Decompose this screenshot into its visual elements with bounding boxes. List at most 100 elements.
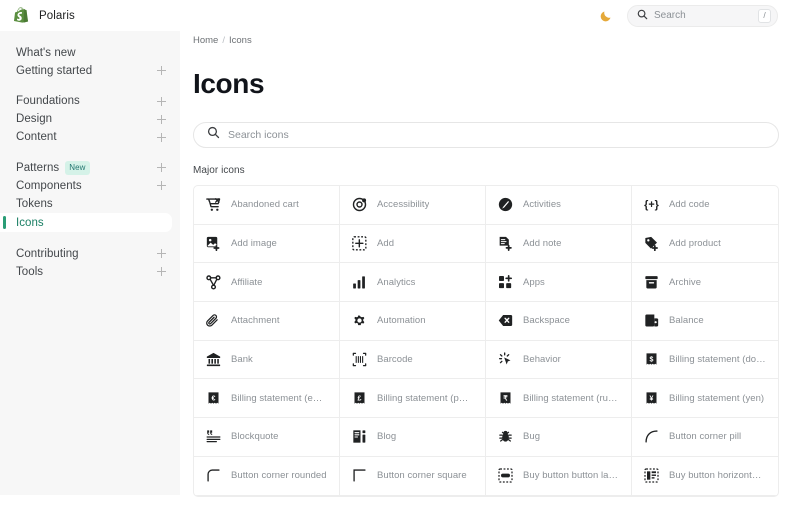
expand-plus-icon[interactable] <box>157 163 166 173</box>
icon-grid-cell[interactable]: $ Billing statement (dollar) <box>632 341 778 380</box>
sidebar-item-label: Contributing <box>16 247 79 260</box>
breadcrumb-home[interactable]: Home <box>193 35 218 46</box>
icon-grid-cell[interactable]: £ Billing statement (poun... <box>340 379 486 419</box>
sidebar-item-icons[interactable]: Icons <box>0 213 172 232</box>
icon-grid-cell[interactable]: Backspace <box>486 302 632 341</box>
icon-grid-cell[interactable]: Bug <box>486 418 632 457</box>
icon-grid-cell[interactable]: Add product <box>632 225 778 264</box>
icon-grid-cell-label: Bug <box>523 431 541 443</box>
icon-grid-cell[interactable]: Bank <box>194 340 340 380</box>
sidebar-item-badge: New <box>65 160 90 175</box>
button-corner-square-icon <box>352 468 367 483</box>
icon-grid-cell-label: Billing statement (euro) <box>231 392 327 404</box>
svg-text:$: $ <box>650 357 654 364</box>
icon-grid-cell[interactable]: Buy button horizontal l... <box>632 457 778 496</box>
icon-grid-cell[interactable]: Attachment <box>194 302 340 341</box>
sidebar-item-getting-started[interactable]: Getting started <box>0 62 180 80</box>
expand-plus-icon[interactable] <box>157 267 166 277</box>
add-image-icon <box>206 236 221 252</box>
brand-name: Polaris <box>39 9 75 22</box>
icon-grid-cell-label: Apps <box>523 276 545 288</box>
sidebar-item-tools[interactable]: Tools <box>0 263 180 281</box>
icon-grid-cell[interactable]: Blog <box>340 418 486 457</box>
icon-grid-cell[interactable]: Abandoned cart <box>194 186 340 225</box>
button-corner-pill-icon <box>644 429 659 444</box>
icon-grid-cell-label: Backspace <box>523 315 570 327</box>
icon-grid-cell-label: Buy button button layout <box>523 470 619 482</box>
icon-grid-cell[interactable]: Button corner square <box>340 456 486 496</box>
icon-grid-cell[interactable]: Automation <box>340 302 486 341</box>
icon-grid-cell-label: Billing statement (poun... <box>377 392 473 404</box>
icon-grid-cell[interactable]: Add <box>340 224 486 264</box>
blockquote-icon <box>206 429 221 444</box>
icon-grid-cell-label: Add <box>377 238 395 250</box>
icon-grid-cell[interactable]: ₹ Billing statement (rupee) <box>486 379 632 419</box>
expand-plus-icon[interactable] <box>157 114 166 124</box>
billing-statement-pound-icon: £ <box>352 391 367 406</box>
sidebar-group: What's new Getting started <box>0 44 180 80</box>
expand-plus-icon[interactable] <box>157 249 166 259</box>
icon-grid-cell-label: Billing statement (yen) <box>669 392 765 404</box>
moon-icon[interactable] <box>596 6 616 26</box>
icon-grid-cell[interactable]: Activities <box>486 186 632 225</box>
icon-grid-cell[interactable]: Apps <box>486 263 632 303</box>
global-search-input[interactable]: Search / <box>627 4 778 27</box>
icon-grid-cell[interactable]: {+} Add code <box>632 186 778 225</box>
expand-plus-icon[interactable] <box>157 66 166 76</box>
icon-grid-cell[interactable]: Archive <box>632 263 778 303</box>
icon-grid-cell[interactable]: Add image <box>194 224 340 264</box>
sidebar-item-design[interactable]: Design <box>0 111 180 129</box>
sidebar-item-tokens[interactable]: Tokens <box>0 195 180 213</box>
icon-grid-cell-label: Add code <box>669 199 710 211</box>
icon-grid-cell-label: Bank <box>231 354 253 366</box>
add-code-icon: {+} <box>644 197 659 212</box>
sidebar-item-content[interactable]: Content <box>0 129 180 147</box>
icon-grid-cell[interactable]: Analytics <box>340 263 486 303</box>
expand-plus-icon[interactable] <box>157 132 166 142</box>
add-product-icon <box>644 236 659 252</box>
icon-grid-cell-label: Button corner pill <box>669 431 742 443</box>
icon-grid-cell[interactable]: Accessibility <box>340 186 486 225</box>
brand[interactable]: Polaris <box>14 6 75 25</box>
sidebar-item-what-s-new[interactable]: What's new <box>0 44 180 62</box>
icon-grid-cell[interactable]: Barcode <box>340 340 486 380</box>
global-search-placeholder: Search <box>654 10 686 21</box>
icon-grid-cell[interactable]: Button corner rounded <box>194 456 340 496</box>
section-title: Major icons <box>193 165 245 176</box>
svg-text:¥: ¥ <box>650 395 654 402</box>
svg-text:€: € <box>212 395 216 402</box>
top-bar: Polaris Search / <box>0 0 792 31</box>
sidebar-item-components[interactable]: Components <box>0 177 180 195</box>
icon-grid-cell[interactable]: Add note <box>486 224 632 264</box>
balance-icon <box>644 313 659 328</box>
expand-plus-icon[interactable] <box>157 96 166 106</box>
sidebar-item-label: Patterns <box>16 161 60 174</box>
icon-grid-cell-label: Attachment <box>231 315 280 327</box>
icon-grid-cell-label: Blockquote <box>231 431 279 443</box>
attachment-icon <box>206 313 221 328</box>
shopify-bag-icon <box>14 6 31 25</box>
icon-grid-cell-label: Balance <box>669 315 704 327</box>
icon-grid-cell[interactable]: ¥ Billing statement (yen) <box>632 379 778 419</box>
icon-grid-cell[interactable]: Blockquote <box>194 418 340 457</box>
icon-grid-cell-label: Button corner square <box>377 470 467 482</box>
icon-grid-cell[interactable]: Behavior <box>486 340 632 380</box>
icon-grid-cell[interactable]: Button corner pill <box>632 418 778 457</box>
sidebar-group: Patterns New Components Tokens Icons <box>0 159 180 232</box>
expand-plus-icon[interactable] <box>157 181 166 191</box>
icon-grid-cell[interactable]: Buy button button layout <box>486 456 632 496</box>
icon-grid-cell[interactable]: Balance <box>632 302 778 341</box>
add-icon <box>352 236 367 251</box>
sidebar: What's new Getting started Foundations Desi… <box>0 31 180 495</box>
sidebar-item-foundations[interactable]: Foundations <box>0 93 180 111</box>
icon-search-placeholder: Search icons <box>228 129 289 141</box>
icon-grid-cell[interactable]: € Billing statement (euro) <box>194 379 340 419</box>
sidebar-item-patterns[interactable]: Patterns New <box>0 159 180 177</box>
icon-grid-cell[interactable]: Affiliate <box>194 263 340 303</box>
page-title: Icons <box>193 68 265 99</box>
icon-grid-cell-label: Activities <box>523 199 561 211</box>
sidebar-item-contributing[interactable]: Contributing <box>0 245 180 263</box>
icon-search-input[interactable]: Search icons <box>193 122 779 148</box>
icon-grid-cell-label: Analytics <box>377 276 416 288</box>
billing-statement-euro-icon: € <box>206 391 221 406</box>
